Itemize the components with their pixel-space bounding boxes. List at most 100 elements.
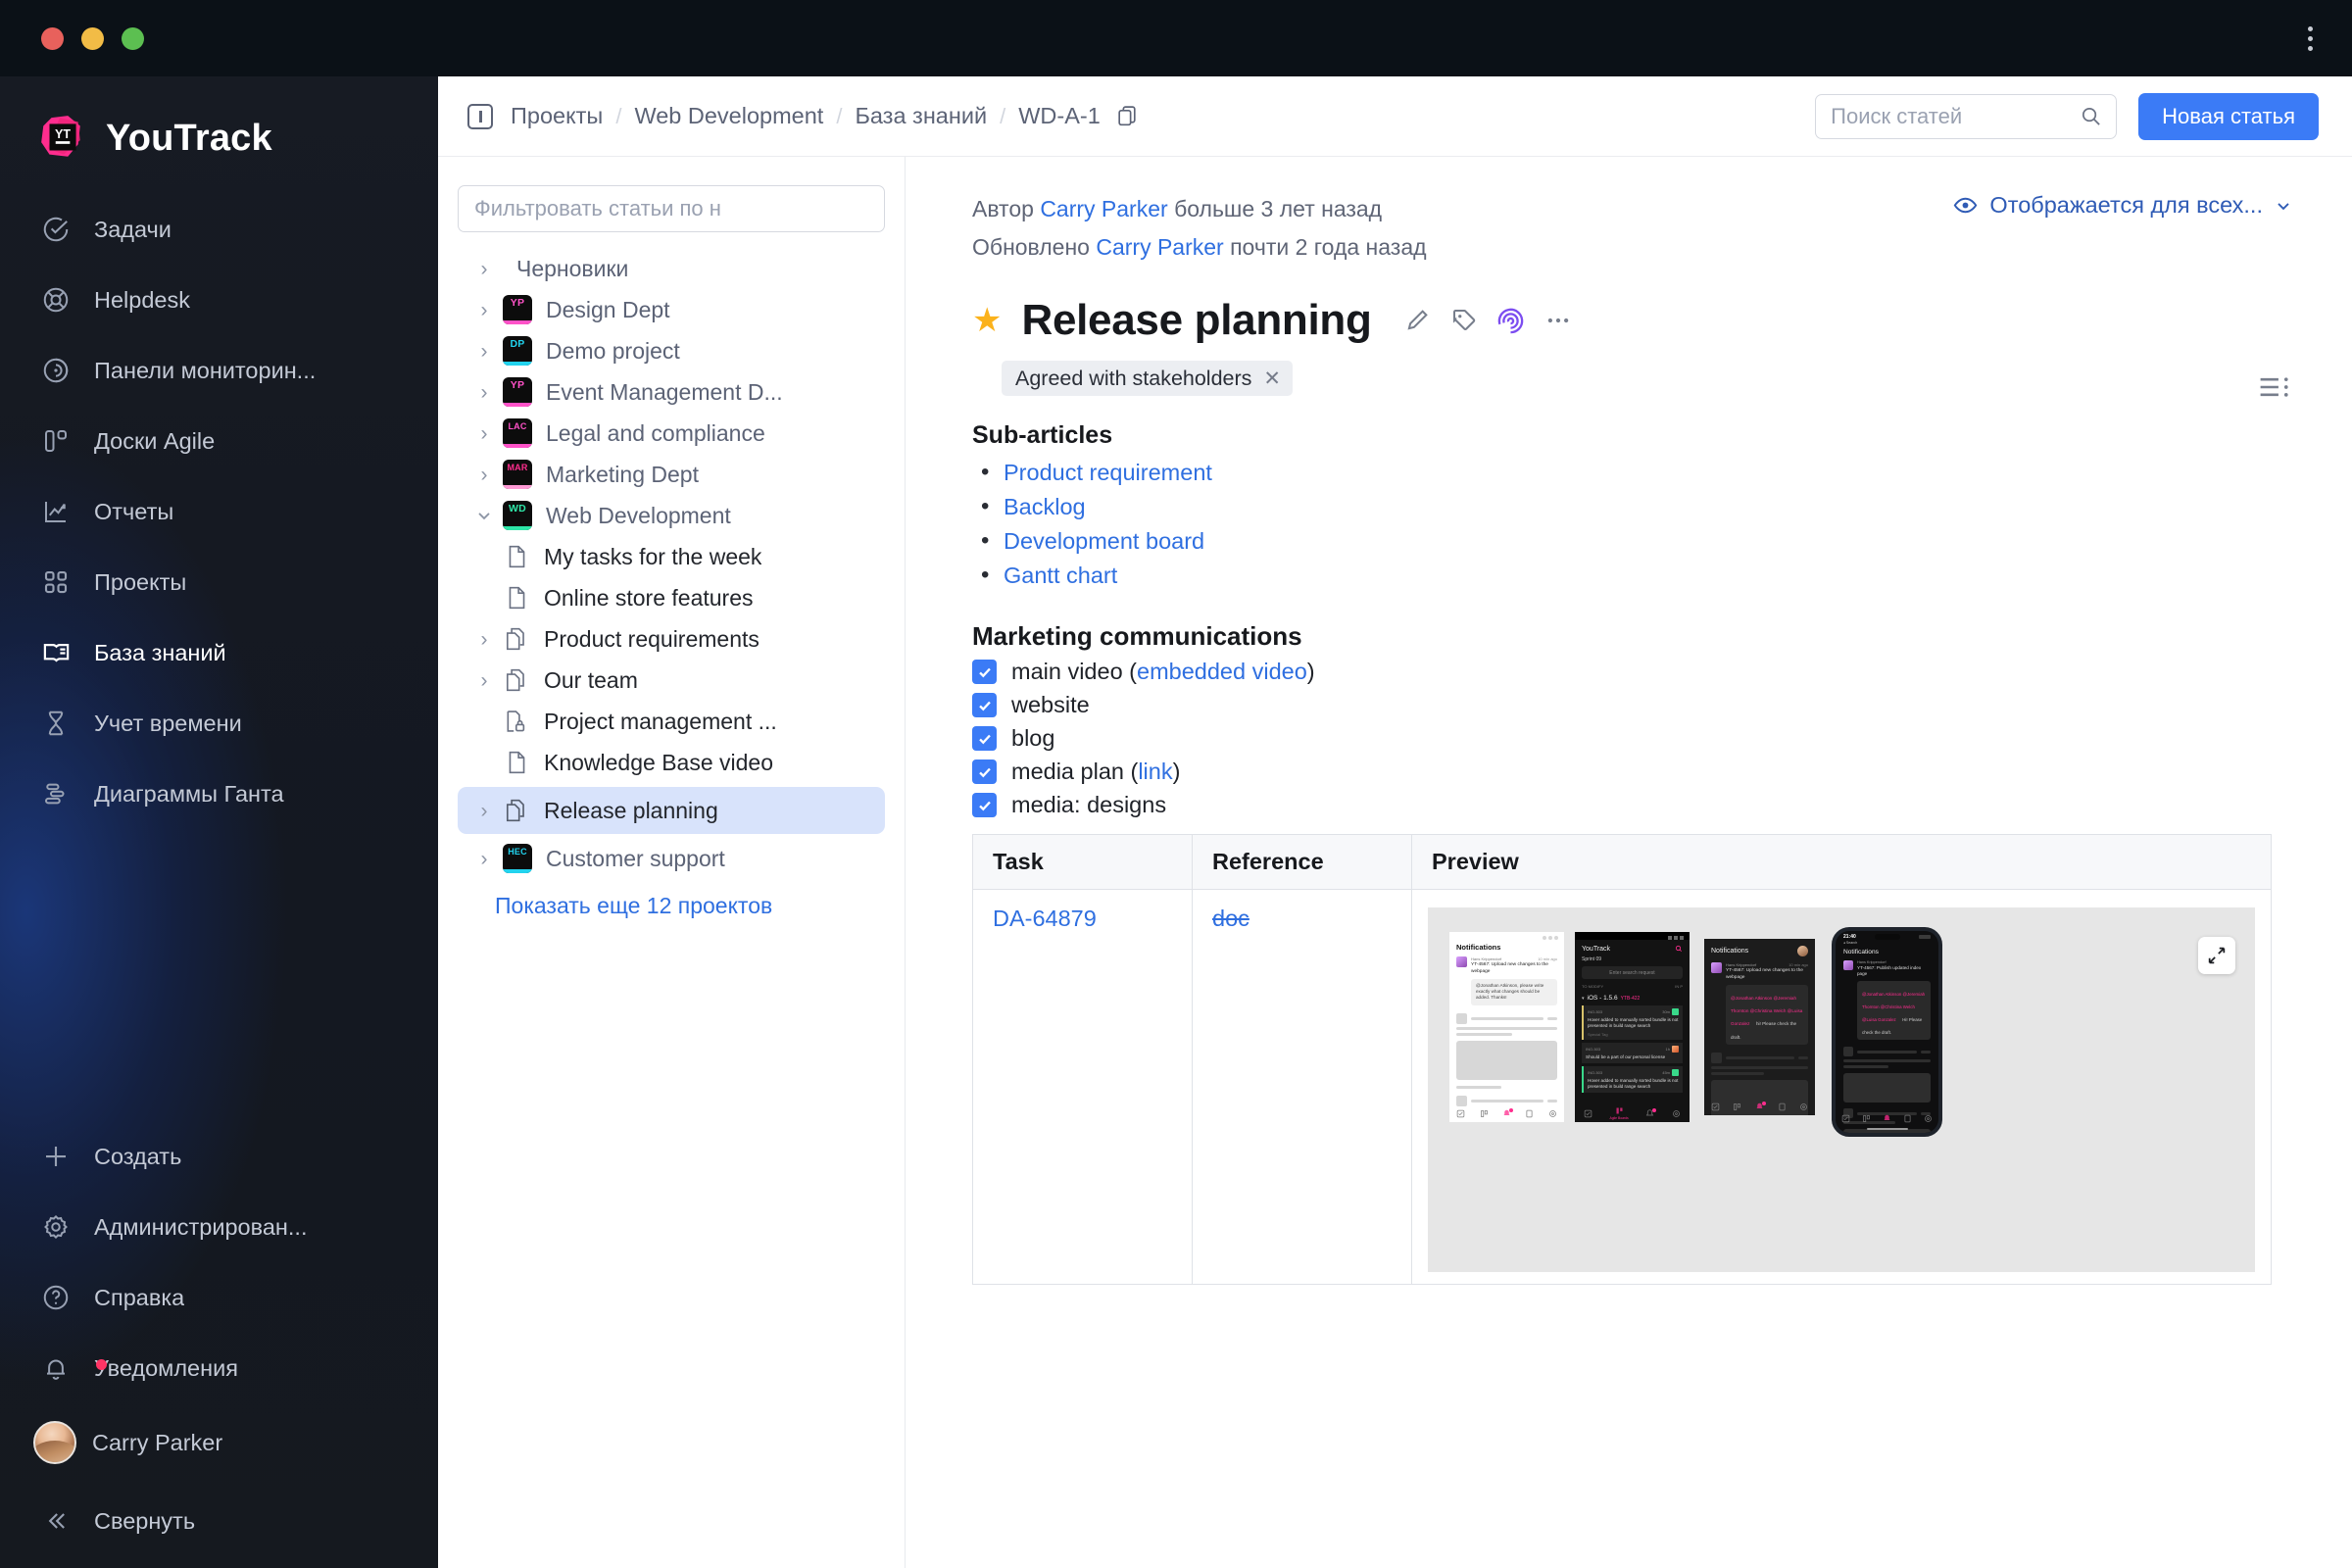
sidebar-item-administration[interactable]: Администрирован...: [0, 1201, 438, 1252]
breadcrumb-item-projects[interactable]: Проекты: [511, 103, 603, 129]
tree-item-our-team[interactable]: › Our team: [458, 660, 885, 701]
tag-icon[interactable]: [1441, 297, 1488, 344]
tree-item-online-store-features[interactable]: Online store features: [458, 577, 885, 618]
project-initials: MAR: [507, 463, 528, 472]
checkbox-checked[interactable]: [972, 793, 997, 817]
status-badge[interactable]: Agreed with stakeholders ✕: [1002, 361, 1294, 396]
visibility-selector[interactable]: Отображается для всех...: [1952, 192, 2293, 219]
brand-logo[interactable]: YT YouTrack: [0, 76, 438, 163]
chevron-down-icon[interactable]: [466, 506, 503, 525]
author-prefix: Автор: [972, 196, 1034, 221]
report-chart-icon: [39, 495, 73, 528]
author-link[interactable]: Carry Parker: [1040, 196, 1167, 221]
sidebar-item-agile-boards[interactable]: Доски Agile: [0, 416, 438, 466]
sidebar-item-label: Задачи: [94, 216, 172, 242]
media-plan-link[interactable]: link: [1138, 759, 1172, 784]
tree-item-knowledge-base-video[interactable]: Knowledge Base video: [458, 742, 885, 783]
close-window-button[interactable]: [41, 26, 64, 50]
copy-icon[interactable]: [1115, 104, 1140, 128]
chevron-right-icon[interactable]: ›: [466, 259, 503, 279]
sidebar-item-gantt-charts[interactable]: Диаграммы Ганта: [0, 768, 438, 819]
checkbox-checked[interactable]: [972, 693, 997, 717]
document-icon: [503, 748, 530, 777]
chevron-right-icon[interactable]: ›: [466, 670, 503, 691]
subarticle-link[interactable]: Backlog: [1004, 494, 1086, 519]
window-controls[interactable]: [41, 26, 144, 50]
sidebar-item-helpdesk[interactable]: Helpdesk: [0, 274, 438, 325]
mockup-sender: Hans Krippendorf: [1471, 956, 1502, 961]
close-icon[interactable]: ✕: [1263, 367, 1281, 391]
minimize-window-button[interactable]: [81, 26, 104, 50]
sidebar-item-dashboards[interactable]: Панели мониторин...: [0, 345, 438, 396]
chevron-right-icon[interactable]: ›: [466, 629, 503, 650]
project-initials: DP: [510, 338, 525, 350]
tree-item-drafts[interactable]: › Черновики: [458, 248, 885, 289]
tree-item-legal-compliance[interactable]: › LAC Legal and compliance: [458, 413, 885, 454]
youtrack-logo-icon: YT: [41, 116, 80, 157]
chevron-right-icon[interactable]: ›: [466, 341, 503, 362]
panel-toggle-icon[interactable]: [467, 103, 493, 129]
sidebar-collapse-button[interactable]: Свернуть: [0, 1495, 438, 1546]
chevron-right-icon[interactable]: ›: [466, 465, 503, 485]
chevron-right-icon[interactable]: ›: [466, 849, 503, 869]
subarticle-link[interactable]: Development board: [1004, 528, 1204, 554]
tree-item-event-management[interactable]: › YP Event Management D...: [458, 371, 885, 413]
sidebar-item-label: Администрирован...: [94, 1213, 308, 1240]
checkbox-checked[interactable]: [972, 726, 997, 751]
search-icon[interactable]: [2080, 105, 2102, 127]
breadcrumb-item-knowledge-base[interactable]: База знаний: [855, 103, 987, 129]
edit-pencil-icon[interactable]: [1394, 297, 1441, 344]
breadcrumb-item-project[interactable]: Web Development: [634, 103, 823, 129]
tree-item-release-planning[interactable]: › Release planning: [458, 787, 885, 834]
tree-item-customer-support[interactable]: › HEC Customer support: [458, 838, 885, 879]
mockup-card-text: Hover added to manually sorted bundle is…: [1588, 1078, 1679, 1089]
sidebar-item-help[interactable]: Справка: [0, 1272, 438, 1323]
sidebar-item-issues[interactable]: Задачи: [0, 204, 438, 255]
chevron-right-icon[interactable]: ›: [466, 423, 503, 444]
tree-item-my-tasks-week[interactable]: My tasks for the week: [458, 536, 885, 577]
chevron-right-icon[interactable]: ›: [466, 382, 503, 403]
filter-placeholder: Фильтровать статьи по н: [474, 196, 721, 220]
tree-item-marketing-dept[interactable]: › MAR Marketing Dept: [458, 454, 885, 495]
show-more-projects-link[interactable]: Показать еще 12 проектов: [458, 893, 885, 919]
tree-item-demo-project[interactable]: › DP Demo project: [458, 330, 885, 371]
chevron-right-icon[interactable]: ›: [466, 801, 503, 821]
tree-item-design-dept[interactable]: › YP Design Dept: [458, 289, 885, 330]
star-filled-icon[interactable]: ★: [972, 304, 1002, 337]
sidebar-item-user-profile[interactable]: Carry Parker: [0, 1417, 438, 1468]
chevron-right-icon[interactable]: ›: [466, 300, 503, 320]
filter-articles-input[interactable]: Фильтровать статьи по н: [458, 185, 885, 232]
more-dots-icon[interactable]: [1535, 297, 1582, 344]
sidebar-item-notifications[interactable]: Уведомления: [0, 1343, 438, 1394]
sidebar-item-label: Справка: [94, 1284, 185, 1310]
subarticle-link[interactable]: Gantt chart: [1004, 563, 1117, 588]
checkbox-checked[interactable]: [972, 660, 997, 684]
breadcrumb-item-article-id[interactable]: WD-A-1: [1018, 103, 1101, 129]
new-article-button[interactable]: Новая статья: [2138, 92, 2319, 140]
updater-link[interactable]: Carry Parker: [1096, 234, 1223, 260]
search-articles-input[interactable]: Поиск статей: [1815, 93, 2118, 139]
task-link[interactable]: DA-64879: [993, 906, 1097, 931]
chevron-down-icon[interactable]: [2274, 196, 2293, 216]
zoom-window-button[interactable]: [122, 26, 144, 50]
sidebar-item-reports[interactable]: Отчеты: [0, 486, 438, 537]
mockup-card-age: 30m: [1662, 1009, 1670, 1014]
sidebar-item-projects[interactable]: Проекты: [0, 557, 438, 608]
table-of-contents-icon[interactable]: [2258, 372, 2291, 407]
sidebar-item-create[interactable]: Создать: [0, 1131, 438, 1182]
spiral-ai-icon[interactable]: [1488, 297, 1535, 344]
sidebar-item-time-tracking[interactable]: Учет времени: [0, 698, 438, 749]
sidebar-item-knowledge-base[interactable]: База знаний: [0, 627, 438, 678]
reference-link[interactable]: doc: [1212, 906, 1250, 931]
checkbox-checked[interactable]: [972, 760, 997, 784]
expand-arrows-icon[interactable]: [2198, 937, 2235, 974]
notification-badge-dot: [96, 1359, 107, 1370]
subarticle-link[interactable]: Product requirement: [1004, 460, 1212, 485]
tree-item-project-management[interactable]: Project management ...: [458, 701, 885, 742]
tree-item-web-development[interactable]: WD Web Development: [458, 495, 885, 536]
sidebar-item-label: Отчеты: [94, 498, 174, 524]
embedded-video-link[interactable]: embedded video: [1137, 659, 1307, 684]
list-item: Product requirement: [972, 457, 2293, 491]
kebab-menu-icon[interactable]: [2302, 21, 2319, 57]
tree-item-product-requirements[interactable]: › Product requirements: [458, 618, 885, 660]
